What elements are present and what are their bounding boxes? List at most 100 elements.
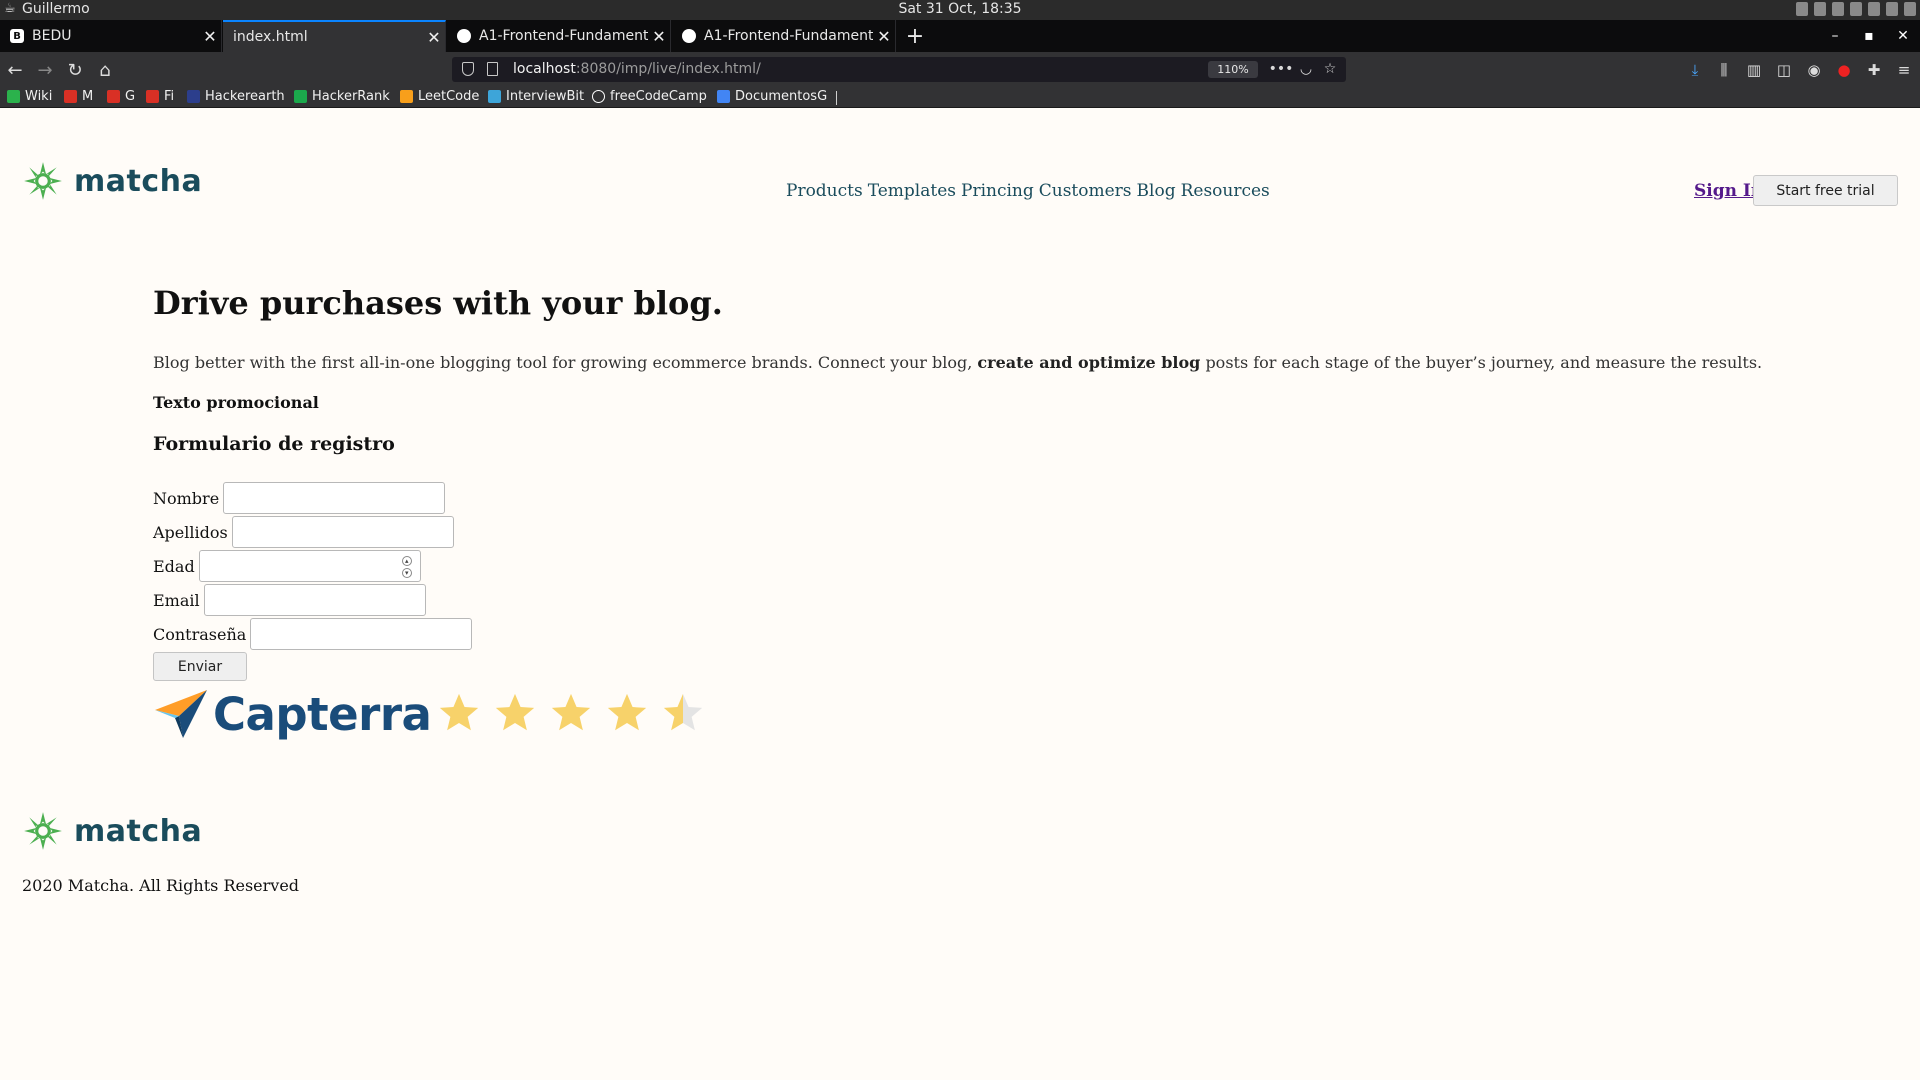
leetcode-icon	[400, 90, 413, 103]
pocket-icon[interactable]: ◡	[1297, 60, 1315, 78]
account-icon[interactable]: ◉	[1801, 57, 1827, 83]
desktop-top-bar: ☕ Guillermo Sat 31 Oct, 18:35	[0, 0, 1920, 20]
tab-title: A1-Frontend-Fundamenta	[479, 28, 648, 44]
close-icon[interactable]: ✕	[199, 27, 221, 46]
page-actions-icon[interactable]: •••	[1269, 60, 1294, 78]
contrasena-input[interactable]	[250, 618, 473, 650]
bookmark-wiki[interactable]: Wiki	[7, 89, 52, 104]
tab-github-1[interactable]: A1-Frontend-Fundamenta ✕	[447, 20, 671, 52]
wiki-icon	[7, 90, 20, 103]
page-info-icon[interactable]	[487, 62, 498, 76]
form-title: Formulario de registro	[153, 433, 395, 455]
github-icon	[682, 29, 696, 43]
bookmarks-bar: Wiki M G Fi Hackerearth HackerRank LeetC…	[0, 87, 1920, 108]
hackerearth-icon	[187, 90, 200, 103]
edad-number-input[interactable]: ▴ ▾	[198, 550, 421, 582]
reload-button[interactable]: ↻	[62, 57, 88, 83]
promo-text: Texto promocional	[153, 393, 319, 412]
close-icon[interactable]: ✕	[423, 28, 445, 47]
bedu-icon: B	[10, 29, 24, 43]
field-row-edad: Edad ▴ ▾	[153, 550, 421, 582]
tab-title: BEDU	[32, 28, 72, 44]
email-input[interactable]	[203, 584, 426, 616]
network-icon[interactable]	[1796, 2, 1808, 16]
bookmark-documentosg[interactable]: DocumentosG	[717, 89, 827, 104]
field-row-apellidos: Apellidos	[153, 516, 454, 548]
extensions-icon[interactable]: ✚	[1861, 57, 1887, 83]
volume-icon[interactable]	[1868, 2, 1880, 16]
shield-tray-icon[interactable]	[1850, 2, 1862, 16]
tab-index-html[interactable]: index.html ✕	[223, 20, 446, 52]
bookmark-gmail-fi[interactable]: Fi	[146, 89, 174, 104]
hero-title: Drive purchases with your blog.	[153, 284, 723, 322]
nav-resources[interactable]: Resources	[1181, 181, 1270, 201]
bookmark-hackerearth[interactable]: Hackerearth	[187, 89, 285, 104]
main-navigation: Products Templates Princing Customers Bl…	[786, 181, 1270, 201]
enviar-button[interactable]: Enviar	[153, 652, 247, 681]
gmail-icon	[64, 90, 77, 103]
bookmark-hackerrank[interactable]: HackerRank	[294, 89, 390, 104]
forward-button[interactable]: →	[32, 57, 58, 83]
spin-up-icon[interactable]: ▴	[401, 556, 412, 566]
brand-name: matcha	[74, 813, 203, 849]
bookmark-gmail-m[interactable]: M	[64, 89, 93, 104]
bookmark-leetcode[interactable]: LeetCode	[400, 89, 479, 104]
nav-products[interactable]: Products	[786, 181, 863, 201]
home-button[interactable]: ⌂	[92, 57, 118, 83]
window-close-icon[interactable]: ✕	[1886, 20, 1920, 52]
tracking-protection-icon[interactable]	[462, 62, 474, 76]
field-row-nombre: Nombre	[153, 482, 446, 514]
adblock-icon[interactable]: ●	[1831, 57, 1857, 83]
user-name: Guillermo	[22, 1, 90, 17]
minimize-icon[interactable]: –	[1818, 20, 1852, 52]
clip-icon[interactable]	[1832, 2, 1844, 16]
start-free-trial-button[interactable]: Start free trial	[1753, 175, 1898, 206]
tab-github-2[interactable]: A1-Frontend-Fundamenta ✕	[672, 20, 896, 52]
notification-bell-icon[interactable]	[1904, 2, 1916, 16]
bookmark-freecodecamp[interactable]: freeCodeCamp	[592, 89, 707, 104]
interviewbit-icon	[488, 90, 501, 103]
apellidos-input[interactable]	[231, 516, 454, 548]
library-icon[interactable]: ⫼	[1711, 57, 1737, 83]
window-controls: – ▪ ✕	[1818, 20, 1920, 52]
header-logo[interactable]: matcha	[22, 160, 202, 202]
user-menu[interactable]: ☕ Guillermo	[4, 1, 90, 17]
bookmark-gmail-g[interactable]: G	[107, 89, 135, 104]
hackerrank-icon	[294, 90, 307, 103]
tab-bedu[interactable]: B BEDU ✕	[0, 20, 222, 52]
system-tray	[1796, 2, 1916, 16]
capterra-name: Capterra	[213, 687, 432, 741]
address-bar[interactable]: localhost:8080/imp/live/index.html/ 110%…	[452, 57, 1346, 82]
new-tab-button[interactable]: +	[903, 20, 927, 52]
url-text[interactable]: localhost:8080/imp/live/index.html/	[513, 61, 761, 77]
apellidos-label: Apellidos	[153, 522, 228, 542]
navigation-toolbar: ← → ↻ ⌂ localhost:8080/imp/live/index.ht…	[0, 52, 1920, 87]
google-docs-icon	[717, 90, 730, 103]
downloads-icon[interactable]: ⤓	[1682, 57, 1708, 83]
menu-icon[interactable]: ≡	[1891, 57, 1917, 83]
edad-label: Edad	[153, 556, 195, 576]
gmail-icon	[146, 90, 159, 103]
tab-title: A1-Frontend-Fundamenta	[704, 28, 873, 44]
nav-blog[interactable]: Blog	[1137, 181, 1176, 201]
window-icon[interactable]	[1814, 2, 1826, 16]
nav-customers[interactable]: Customers	[1039, 181, 1132, 201]
battery-icon[interactable]	[1886, 2, 1898, 16]
maximize-icon[interactable]: ▪	[1852, 20, 1886, 52]
close-icon[interactable]: ✕	[648, 27, 670, 46]
nav-templates[interactable]: Templates	[868, 181, 956, 201]
zoom-level[interactable]: 110%	[1208, 61, 1258, 78]
back-button[interactable]: ←	[2, 57, 28, 83]
hero-description: Blog better with the first all-in-one bl…	[153, 353, 1763, 372]
bookmark-star-icon[interactable]: ☆	[1321, 60, 1339, 78]
reader-icon[interactable]: ◫	[1771, 57, 1797, 83]
spin-down-icon[interactable]: ▾	[401, 568, 412, 578]
star-icon	[607, 693, 647, 731]
footer-copyright: 2020 Matcha. All Rights Reserved	[22, 876, 300, 895]
nav-pricing[interactable]: Princing	[961, 181, 1034, 201]
nombre-input[interactable]	[223, 482, 446, 514]
number-spinner[interactable]: ▴ ▾	[401, 556, 412, 578]
sidebar-icon[interactable]: ▥	[1741, 57, 1767, 83]
close-icon[interactable]: ✕	[873, 27, 895, 46]
bookmark-interviewbit[interactable]: InterviewBit	[488, 89, 584, 104]
